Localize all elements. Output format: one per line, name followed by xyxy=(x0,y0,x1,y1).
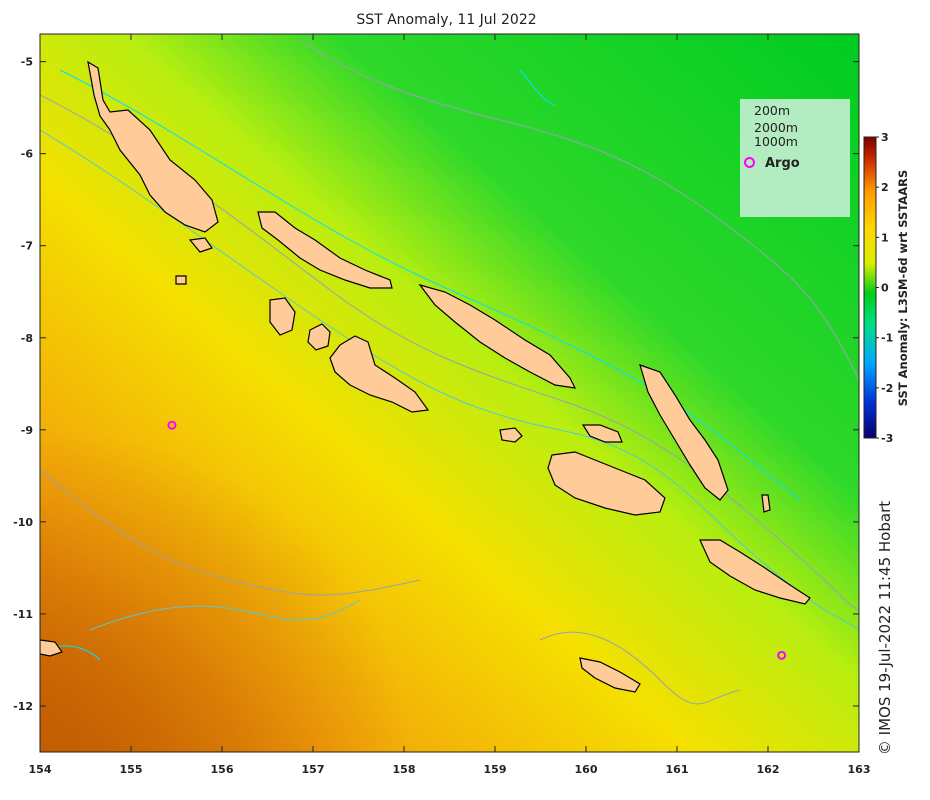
y-tick-label: -7 xyxy=(21,240,33,253)
colorbar-tick-label: 3 xyxy=(881,131,889,144)
colorbar-tick-label: 2 xyxy=(881,181,889,194)
x-tick-label: 157 xyxy=(302,763,325,776)
colorbar xyxy=(863,136,877,439)
colorbar-tick-label: 1 xyxy=(881,231,889,244)
legend-contour-2000: 2000m xyxy=(754,120,798,135)
y-tick-label: -5 xyxy=(21,56,33,69)
y-tick-label: -9 xyxy=(21,424,33,437)
x-tick-label: 158 xyxy=(393,763,416,776)
x-tick-label: 154 xyxy=(29,763,52,776)
x-tick-label: 159 xyxy=(484,763,507,776)
legend: 200m 2000m 1000m Argo xyxy=(740,99,850,217)
x-tick-label: 163 xyxy=(848,763,871,776)
colorbar-label: SST Anomaly: L3SM-6d wrt SSTAARS xyxy=(896,169,910,407)
x-tick-label: 162 xyxy=(757,763,780,776)
x-tick-label: 161 xyxy=(666,763,689,776)
y-tick-label: -8 xyxy=(21,332,33,345)
island-treasury xyxy=(175,275,187,285)
island-ulawa xyxy=(761,494,771,513)
colorbar-ticks: 3 2 1 0 -1 -2 -3 xyxy=(876,131,893,445)
x-tick-label: 160 xyxy=(575,763,598,776)
x-tick-label: 156 xyxy=(211,763,234,776)
y-tick-label: -10 xyxy=(13,516,33,529)
legend-contour-200: 200m xyxy=(754,103,791,118)
argo-marker-icon xyxy=(744,157,755,168)
warm-anomaly-region xyxy=(40,34,859,752)
y-tick-label: -6 xyxy=(21,148,34,161)
legend-argo: Argo xyxy=(744,156,800,171)
y-tick-label: -12 xyxy=(13,700,33,713)
y-tick-label: -11 xyxy=(13,608,33,621)
colorbar-tick-label: 0 xyxy=(881,282,889,295)
credit-text: © IMOS 19-Jul-2022 11:45 Hobart xyxy=(876,500,894,756)
colorbar-tick-label: -3 xyxy=(881,432,893,445)
colorbar-tick-label: -1 xyxy=(881,332,893,345)
legend-argo-label: Argo xyxy=(765,156,800,171)
legend-contour-1000: 1000m xyxy=(754,134,798,149)
colorbar-tick-label: -2 xyxy=(881,382,893,395)
x-tick-label: 155 xyxy=(120,763,143,776)
